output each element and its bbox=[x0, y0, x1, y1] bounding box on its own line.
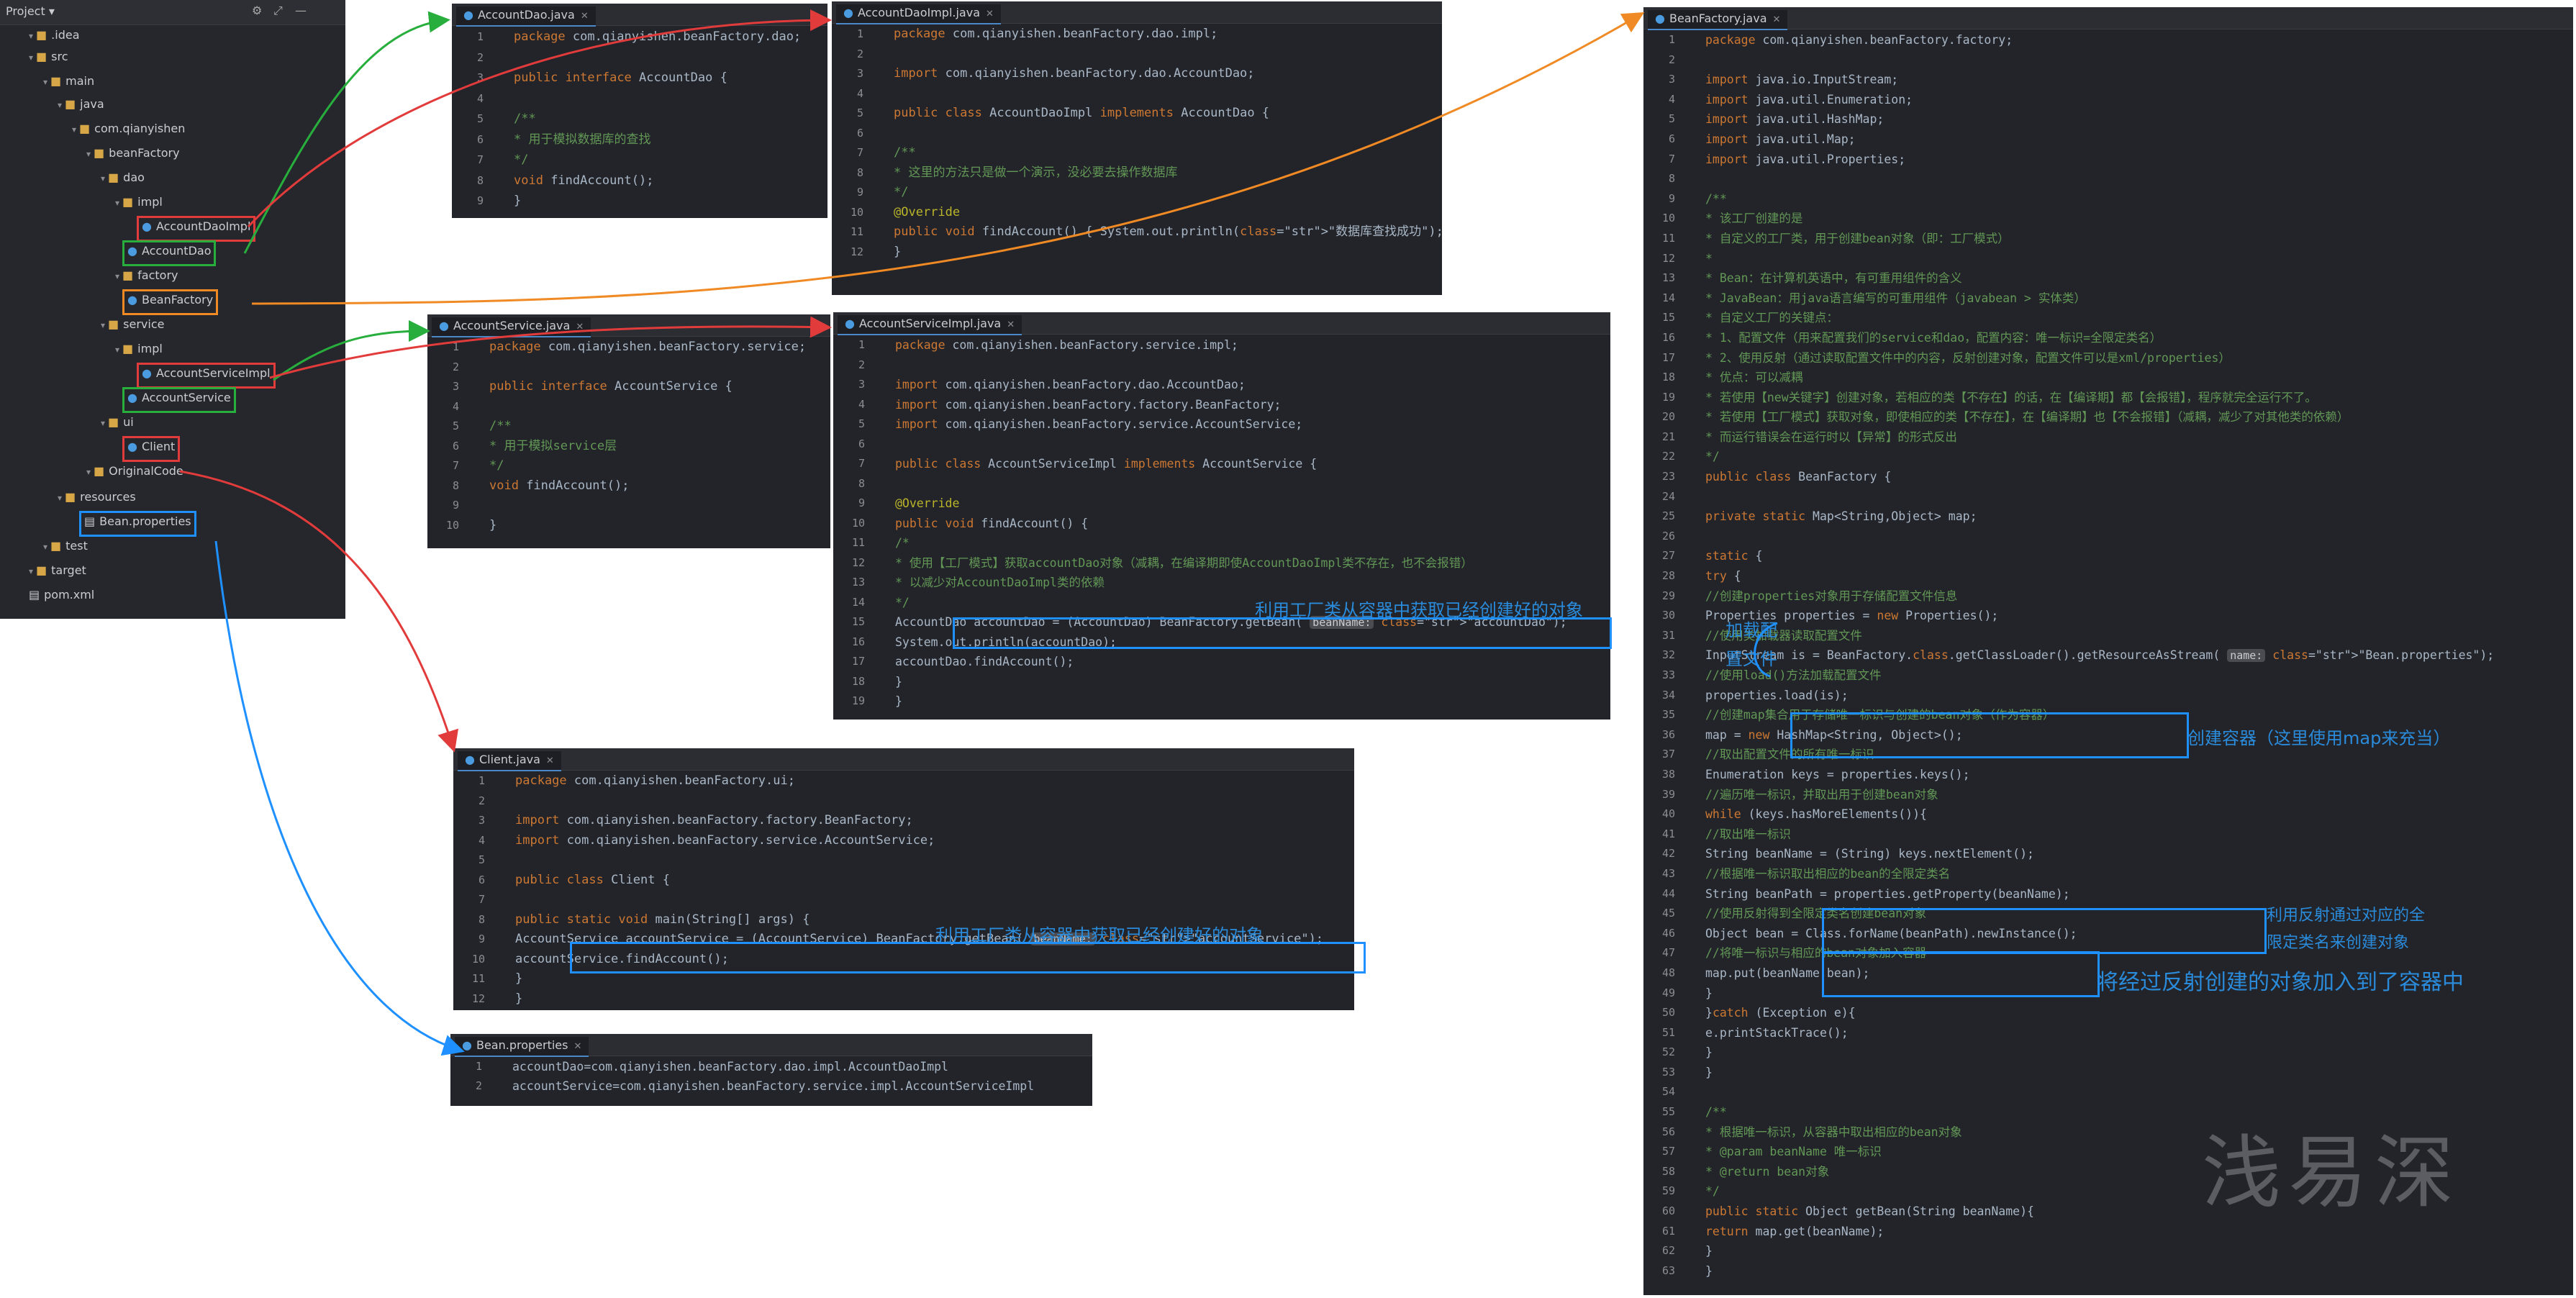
arrow-accountdaoimpl bbox=[247, 9, 832, 228]
arrow-accountdao bbox=[243, 11, 450, 254]
arrow-accountserviceimpl bbox=[269, 316, 832, 379]
arrow-beanfactory bbox=[251, 12, 1645, 305]
arrow-bean-properties bbox=[214, 540, 465, 1056]
arrow-accountservice bbox=[273, 320, 430, 381]
brace-load-config bbox=[1754, 622, 1778, 678]
arrow-client bbox=[179, 470, 459, 753]
connector-arrows bbox=[179, 9, 1778, 1056]
